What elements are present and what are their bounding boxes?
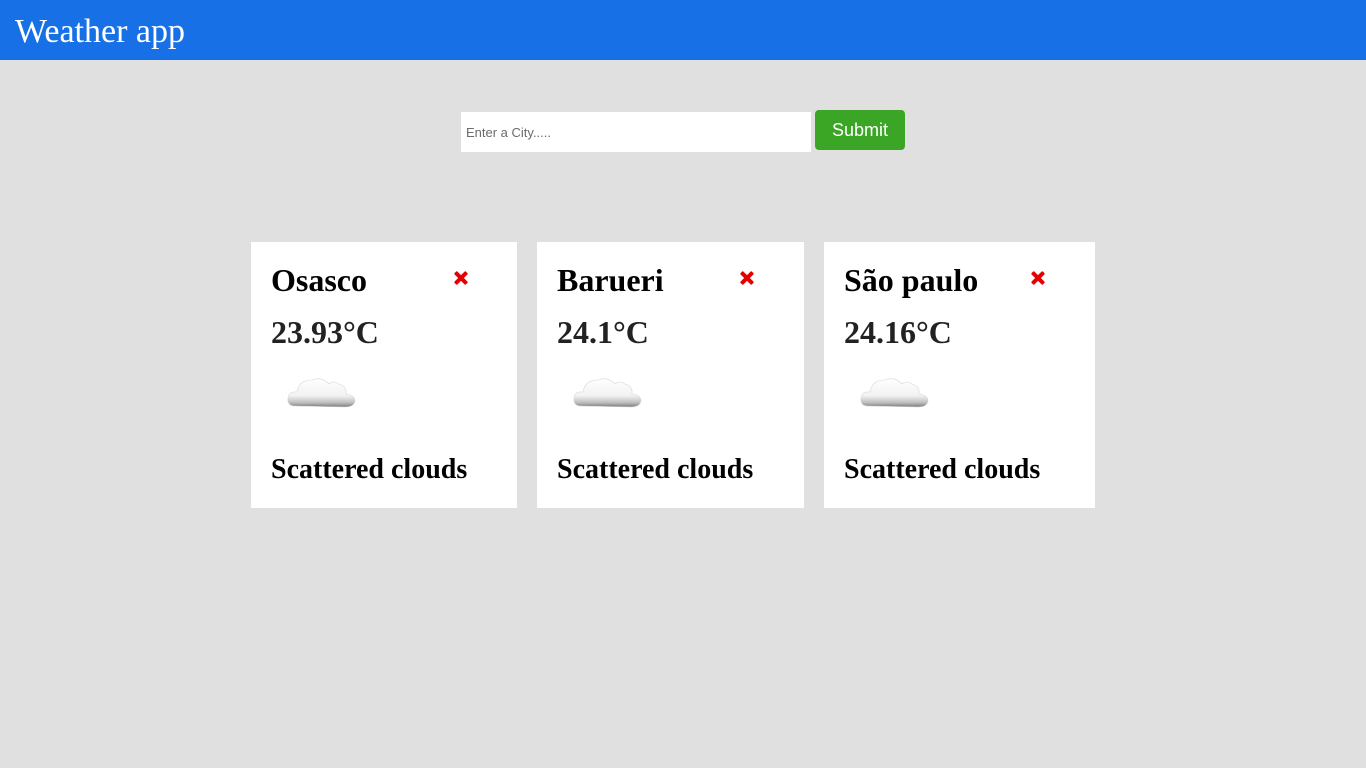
close-icon[interactable] [449, 266, 473, 290]
weather-card-sao-paulo: São paulo 24.16°C Scattered clouds [824, 242, 1095, 508]
card-description: Scattered clouds [844, 454, 1041, 485]
cloud-icon [573, 378, 642, 408]
app-title: Weather app [15, 13, 185, 50]
card-description: Scattered clouds [271, 454, 468, 485]
submit-button[interactable]: Submit [815, 110, 905, 150]
cloud-icon [860, 378, 929, 408]
card-temperature: 23.93°C [271, 314, 379, 350]
card-temperature: 24.16°C [844, 314, 952, 350]
card-city-name: Barueri [557, 262, 664, 298]
card-temperature: 24.1°C [557, 314, 649, 350]
app-header: Weather app [0, 0, 1366, 60]
close-icon[interactable] [735, 266, 759, 290]
weather-card-osasco: Osasco 23.93°C Scattered clouds [251, 242, 517, 508]
card-city-name: Osasco [271, 262, 367, 298]
card-description: Scattered clouds [557, 454, 754, 485]
city-search-input[interactable] [461, 112, 811, 152]
card-city-name: São paulo [844, 262, 979, 298]
close-icon[interactable] [1026, 266, 1050, 290]
weather-card-barueri: Barueri 24.1°C Scattered clouds [537, 242, 804, 508]
cloud-icon [287, 378, 356, 408]
